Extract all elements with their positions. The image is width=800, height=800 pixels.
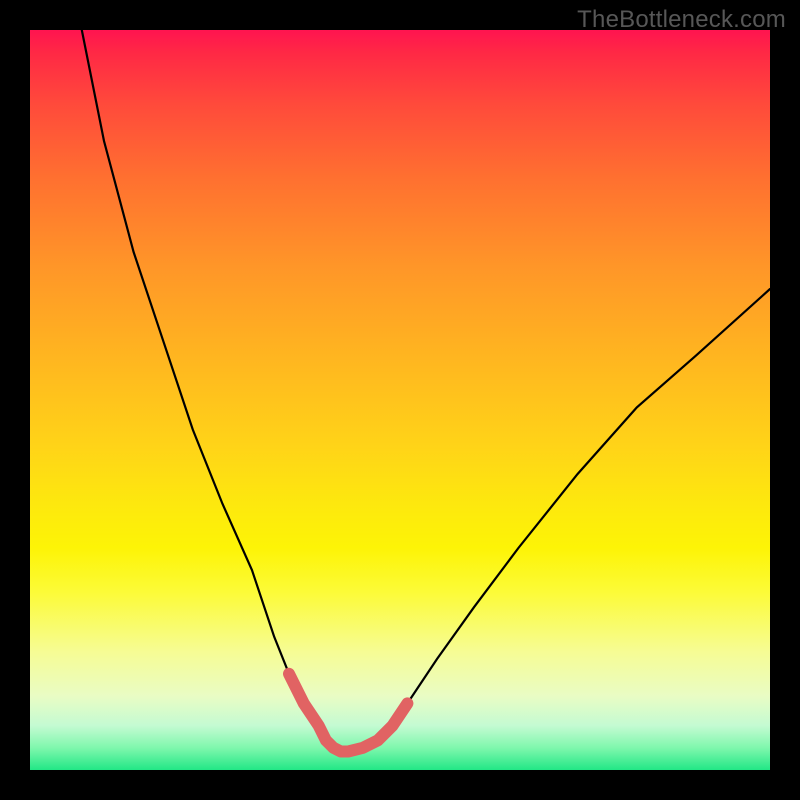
curve-layer [30, 30, 770, 770]
main-curve [82, 30, 770, 752]
bottom-highlight [289, 674, 407, 752]
chart-container: TheBottleneck.com [0, 0, 800, 800]
watermark-label: TheBottleneck.com [577, 6, 786, 34]
plot-area [30, 30, 770, 770]
